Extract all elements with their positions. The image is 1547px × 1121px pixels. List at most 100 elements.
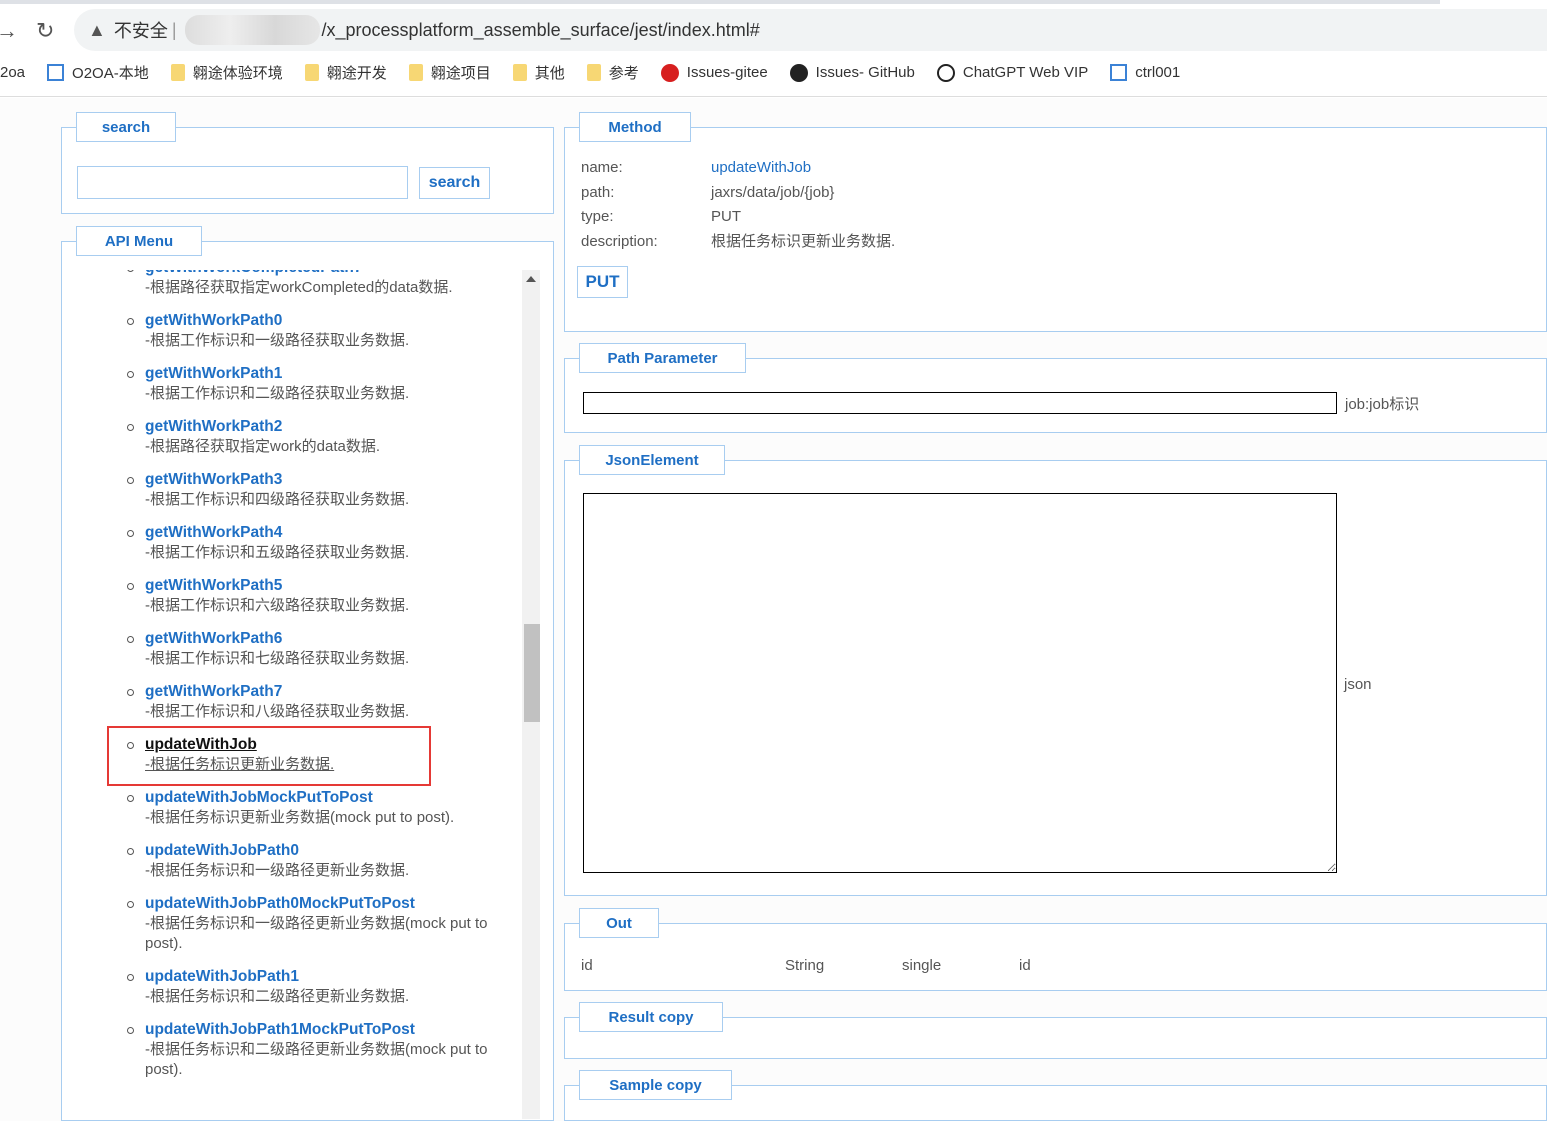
menu-item[interactable]: getWithWorkPath1 -根据工作标识和二级路径获取业务数据. [62, 364, 520, 404]
search-fieldset: search search [61, 112, 554, 214]
menu-item-name[interactable]: getWithWorkCompletedPath7 [145, 270, 520, 278]
type-label: type: [581, 208, 614, 225]
menu-item[interactable]: getWithWorkPath4 -根据工作标识和五级路径获取业务数据. [62, 523, 520, 563]
menu-item[interactable]: updateWithJobPath0MockPutToPost -根据任务标识和一… [62, 894, 520, 954]
menu-item[interactable]: getWithWorkPath5 -根据工作标识和六级路径获取业务数据. [62, 576, 520, 616]
scroll-up-icon[interactable] [526, 276, 536, 282]
security-label: 不安全 [113, 21, 168, 41]
folder-icon [512, 64, 527, 81]
github-icon [789, 63, 808, 82]
bookmark[interactable]: 参考 [586, 62, 639, 83]
menu-item-name[interactable]: getWithWorkPath4 [145, 523, 520, 543]
menu-item[interactable]: updateWithJobMockPutToPost -根据任务标识更新业务数据(… [62, 788, 520, 828]
menu-item-description: -根据任务标识更新业务数据(mock put to post). [145, 809, 455, 826]
browser-chrome: → ↻ ▲ 不安全 | /x_processplatform_assemble_s… [0, 0, 1547, 97]
menu-item[interactable]: getWithWorkPath6 -根据工作标识和七级路径获取业务数据. [62, 629, 520, 669]
path-label: path: [581, 183, 615, 201]
put-button[interactable]: PUT [577, 266, 628, 298]
bookmark[interactable]: 其他 [512, 62, 565, 83]
forward-icon[interactable]: → [0, 18, 18, 44]
search-legend: search [76, 112, 176, 142]
json-label: json [1344, 676, 1372, 693]
method-legend: Method [579, 112, 691, 142]
menu-item-name[interactable]: updateWithJobPath0 [145, 841, 520, 861]
search-button[interactable]: search [419, 167, 490, 199]
gitee-icon [660, 63, 679, 82]
bookmark[interactable]: ctrl001 [1110, 62, 1180, 83]
menu-item-description: -根据工作标识和八级路径获取业务数据. [145, 703, 410, 720]
method-name: updateWithJob [711, 159, 812, 176]
menu-item-description: -根据工作标识和五级路径获取业务数据. [145, 544, 410, 561]
menu-item[interactable]: updateWithJob -根据任务标识更新业务数据. [62, 726, 520, 786]
url-text: /x_processplatform_assemble_surface/jest… [321, 19, 760, 40]
menu-item-name[interactable]: getWithWorkPath0 [145, 311, 520, 331]
menu-item-name[interactable]: updateWithJobPath0MockPutToPost [145, 894, 520, 914]
menu-item-description: -根据任务标识和二级路径更新业务数据. [145, 988, 410, 1005]
path-parameter-fieldset: Path Parameter job:job标识 [564, 343, 1547, 433]
method-type: PUT [711, 208, 741, 225]
job-input[interactable] [583, 392, 1337, 414]
menu-item[interactable]: updateWithJobPath1MockPutToPost -根据任务标识和二… [62, 1020, 520, 1080]
bookmark[interactable]: O2OA-本地 [47, 62, 149, 83]
bookmark[interactable]: 2oa [0, 62, 25, 83]
menu-item-name[interactable]: getWithWorkPath6 [145, 629, 520, 649]
menu-item[interactable]: getWithWorkPath7 -根据工作标识和八级路径获取业务数据. [62, 682, 520, 722]
bookmark[interactable]: 翱途开发 [304, 62, 387, 83]
scroll-thumb[interactable] [524, 624, 540, 722]
menu-item[interactable]: updateWithJobPath1 -根据任务标识和二级路径更新业务数据. [62, 967, 520, 1007]
menu-item-name[interactable]: getWithWorkPath2 [145, 417, 520, 437]
api-menu-legend: API Menu [76, 226, 202, 256]
out-field-type: String [785, 957, 825, 974]
api-menu-list[interactable]: getWithWorkCompletedPath7-根据路径获取指定workCo… [62, 270, 540, 1119]
menu-item[interactable]: getWithWorkPath0 -根据工作标识和一级路径获取业务数据. [62, 311, 520, 351]
tab-strip [0, 0, 1440, 4]
method-path: jaxrs/data/job/{job} [711, 183, 835, 201]
address-bar[interactable]: ▲ 不安全 | /x_processplatform_assemble_surfa… [74, 9, 1547, 51]
out-legend: Out [579, 908, 659, 938]
sample-fieldset: Sample copy [564, 1070, 1547, 1121]
menu-item[interactable]: getWithWorkPath3 -根据工作标识和四级路径获取业务数据. [62, 470, 520, 510]
json-textarea[interactable] [583, 493, 1337, 873]
menu-item-description: -根据路径获取指定work的data数据. [145, 438, 381, 455]
result-copy-legend[interactable]: Result copy [579, 1002, 723, 1032]
out-field-mode: single [902, 957, 942, 974]
menu-item[interactable]: updateWithJobPath0 -根据任务标识和一级路径更新业务数据. [62, 841, 520, 881]
menu-item-name[interactable]: updateWithJobMockPutToPost [145, 788, 520, 808]
out-field-desc: id [1019, 957, 1031, 974]
menu-item-description: -根据工作标识和七级路径获取业务数据. [145, 650, 410, 667]
out-field-name: id [581, 957, 593, 974]
json-element-legend: JsonElement [579, 445, 725, 475]
bookmark[interactable]: Issues-gitee [660, 62, 768, 83]
folder-icon [586, 64, 601, 81]
method-description: 根据任务标识更新业务数据. [711, 232, 896, 250]
menu-item-name[interactable]: getWithWorkPath3 [145, 470, 520, 490]
blurred-host [184, 15, 320, 45]
bookmark[interactable]: Issues- GitHub [789, 62, 915, 83]
menu-item-description: -根据工作标识和四级路径获取业务数据. [145, 491, 410, 508]
o2-icon [47, 64, 65, 81]
bookmark[interactable]: 翱途体验环境 [170, 62, 283, 83]
menu-item[interactable]: getWithWorkPath2 -根据路径获取指定work的data数据. [62, 417, 520, 457]
reload-icon[interactable]: ↻ [36, 18, 54, 44]
menu-item-description: -根据任务标识和一级路径更新业务数据. [145, 862, 410, 879]
o2-icon [1110, 64, 1128, 81]
path-parameter-legend: Path Parameter [579, 343, 746, 373]
method-info: name: updateWithJob path: jaxrs/data/job/{… [581, 156, 1181, 256]
description-label: description: [581, 232, 658, 250]
menu-item-name[interactable]: getWithWorkPath1 [145, 364, 520, 384]
menu-item-name[interactable]: getWithWorkPath5 [145, 576, 520, 596]
bookmark[interactable]: ChatGPT Web VIP [936, 62, 1088, 83]
menu-item-name[interactable]: getWithWorkPath7 [145, 682, 520, 702]
menu-item[interactable]: getWithWorkCompletedPath7-根据路径获取指定workCo… [62, 270, 520, 298]
warning-icon: ▲ [88, 19, 106, 40]
search-input[interactable] [77, 166, 408, 199]
menu-item-description: -根据路径获取指定workCompleted的data数据. [145, 279, 453, 296]
sample-copy-legend[interactable]: Sample copy [579, 1070, 732, 1100]
menu-item-name[interactable]: updateWithJobPath1MockPutToPost [145, 1020, 520, 1040]
bookmark[interactable]: 翱途项目 [408, 62, 491, 83]
menu-item-name[interactable]: updateWithJobPath1 [145, 967, 520, 987]
menu-item-description: -根据任务标识和一级路径更新业务数据(mock put to post). [145, 915, 488, 952]
scrollbar[interactable] [522, 270, 540, 1119]
selection-highlight [107, 726, 431, 786]
menu-item-description: -根据工作标识和二级路径获取业务数据. [145, 385, 410, 402]
